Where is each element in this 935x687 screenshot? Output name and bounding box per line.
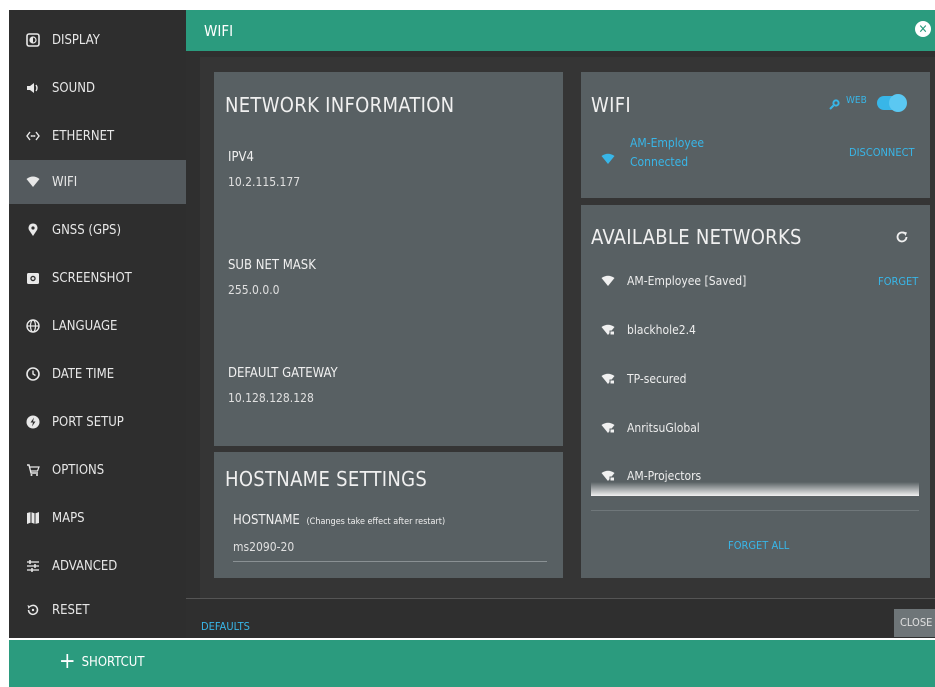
cart-icon bbox=[26, 463, 40, 477]
hostname-input[interactable]: ms2090-20 bbox=[233, 536, 547, 562]
sidebar-item-sound[interactable]: SOUND bbox=[9, 66, 186, 110]
wifi-panel-title: WIFI bbox=[591, 93, 631, 117]
sidebar-item-label: PORT SETUP bbox=[52, 414, 124, 430]
default-gateway-label: DEFAULT GATEWAY bbox=[228, 366, 338, 381]
reset-icon bbox=[26, 603, 40, 617]
add-shortcut-button[interactable]: + SHORTCUT bbox=[59, 649, 145, 674]
shortcut-bar: + SHORTCUT bbox=[9, 640, 935, 687]
sidebar-item-label: SOUND bbox=[52, 80, 95, 96]
ethernet-icon bbox=[26, 129, 40, 143]
sidebar-item-label: SCREENSHOT bbox=[52, 270, 132, 286]
location-pin-icon bbox=[26, 223, 40, 237]
hostname-settings-title: HOSTNAME SETTINGS bbox=[225, 467, 428, 491]
wifi-icon bbox=[601, 275, 615, 287]
content-area: NETWORK INFORMATION IPV4 10.2.115.177 SU… bbox=[200, 57, 935, 602]
subnet-mask-value: 255.0.0.0 bbox=[228, 283, 280, 297]
sidebar-item-label: RESET bbox=[52, 602, 90, 618]
close-icon[interactable]: ✕ bbox=[915, 21, 931, 37]
connected-ssid: AM-Employee bbox=[630, 136, 705, 150]
subnet-mask-label: SUB NET MASK bbox=[228, 258, 316, 273]
wifi-locked-icon bbox=[601, 422, 615, 434]
web-label: WEB bbox=[846, 95, 867, 106]
sidebar-item-screenshot[interactable]: SCREENSHOT bbox=[9, 256, 186, 300]
sliders-icon bbox=[26, 559, 40, 573]
close-button[interactable]: CLOSE bbox=[894, 609, 935, 637]
settings-sidebar: DISPLAY SOUND ETHERNET WIFI GNSS (GPS) S… bbox=[9, 10, 186, 638]
sidebar-item-reset[interactable]: RESET bbox=[9, 588, 186, 632]
web-toggle-knob bbox=[889, 94, 907, 112]
map-icon bbox=[26, 511, 40, 525]
network-name: blackhole2.4 bbox=[627, 323, 696, 337]
sidebar-item-language[interactable]: LANGUAGE bbox=[9, 304, 186, 348]
globe-icon bbox=[26, 319, 40, 333]
sidebar-item-label: LANGUAGE bbox=[52, 318, 118, 334]
hostname-value: ms2090-20 bbox=[233, 540, 295, 554]
web-toggle[interactable] bbox=[877, 94, 907, 112]
shortcut-label: SHORTCUT bbox=[81, 654, 145, 670]
defaults-button[interactable]: DEFAULTS bbox=[201, 620, 250, 633]
title-bar: WIFI ✕ bbox=[186, 10, 935, 51]
hostname-settings-panel: HOSTNAME SETTINGS HOSTNAME (Changes take… bbox=[214, 452, 563, 578]
wifi-status-panel: WIFI WEB AM-Employee Connected DISCONNEC… bbox=[581, 72, 930, 198]
sidebar-item-advanced[interactable]: ADVANCED bbox=[9, 544, 186, 588]
sidebar-item-port-setup[interactable]: PORT SETUP bbox=[9, 400, 186, 444]
available-networks-title: AVAILABLE NETWORKS bbox=[591, 225, 802, 249]
hostname-label-text: HOSTNAME bbox=[233, 513, 300, 528]
speaker-icon bbox=[26, 81, 40, 95]
wifi-locked-icon bbox=[601, 470, 615, 482]
connection-state: Connected bbox=[630, 155, 689, 169]
wifi-locked-icon bbox=[601, 324, 615, 336]
refresh-icon[interactable] bbox=[895, 229, 909, 243]
sidebar-item-options[interactable]: OPTIONS bbox=[9, 448, 186, 492]
display-icon bbox=[26, 33, 40, 47]
sidebar-item-label: GNSS (GPS) bbox=[52, 222, 122, 238]
sidebar-item-label: ETHERNET bbox=[52, 128, 115, 144]
sidebar-item-ethernet[interactable]: ETHERNET bbox=[9, 114, 186, 158]
list-fade-overlay bbox=[591, 482, 919, 496]
sidebar-item-label: MAPS bbox=[52, 510, 85, 526]
sidebar-item-wifi[interactable]: WIFI bbox=[9, 160, 186, 204]
sidebar-item-label: WIFI bbox=[52, 174, 78, 190]
sidebar-item-maps[interactable]: MAPS bbox=[9, 496, 186, 540]
disconnect-button[interactable]: DISCONNECT bbox=[849, 146, 915, 159]
wifi-locked-icon bbox=[601, 373, 615, 385]
network-row[interactable]: AnritsuGlobal bbox=[601, 413, 921, 443]
ipv4-label: IPV4 bbox=[228, 150, 254, 165]
sidebar-item-label: DISPLAY bbox=[52, 32, 100, 48]
network-name: AM-Employee [Saved] bbox=[627, 274, 747, 288]
network-name: AnritsuGlobal bbox=[627, 421, 700, 435]
sidebar-item-date-time[interactable]: DATE TIME bbox=[9, 352, 186, 396]
sidebar-item-display[interactable]: DISPLAY bbox=[9, 18, 186, 62]
network-information-panel: NETWORK INFORMATION IPV4 10.2.115.177 SU… bbox=[214, 72, 563, 446]
page-title: WIFI bbox=[204, 22, 234, 40]
dialog-footer: DEFAULTS CLOSE bbox=[186, 598, 935, 638]
network-name: TP-secured bbox=[627, 372, 687, 386]
sidebar-item-label: OPTIONS bbox=[52, 462, 105, 478]
wifi-icon bbox=[26, 175, 40, 189]
sidebar-item-gnss[interactable]: GNSS (GPS) bbox=[9, 208, 186, 252]
forget-network-button[interactable]: FORGET bbox=[878, 275, 918, 288]
sidebar-item-label: DATE TIME bbox=[52, 366, 115, 382]
hostname-restart-note: (Changes take effect after restart) bbox=[306, 517, 446, 527]
ipv4-value: 10.2.115.177 bbox=[228, 175, 301, 189]
power-port-icon bbox=[26, 415, 40, 429]
forget-all-button[interactable]: FORGET ALL bbox=[728, 539, 789, 552]
default-gateway-value: 10.128.128.128 bbox=[228, 391, 314, 405]
plus-icon: + bbox=[59, 649, 76, 674]
sidebar-item-label: ADVANCED bbox=[52, 558, 118, 574]
list-divider bbox=[591, 510, 919, 511]
hostname-label: HOSTNAME (Changes take effect after rest… bbox=[233, 513, 445, 528]
search-icon bbox=[829, 95, 841, 110]
network-row[interactable]: AM-Employee [Saved] bbox=[601, 266, 921, 296]
clock-icon bbox=[26, 367, 40, 381]
network-row[interactable]: TP-secured bbox=[601, 364, 921, 394]
available-networks-panel: AVAILABLE NETWORKS AM-Employee [Saved] F… bbox=[581, 205, 930, 578]
camera-icon bbox=[26, 271, 40, 285]
wifi-settings-window: WIFI ✕ NETWORK INFORMATION IPV4 10.2.115… bbox=[186, 10, 935, 638]
wifi-connected-icon bbox=[601, 150, 615, 164]
network-name: AM-Projectors bbox=[627, 469, 702, 483]
network-information-title: NETWORK INFORMATION bbox=[225, 93, 455, 117]
network-row[interactable]: blackhole2.4 bbox=[601, 315, 921, 345]
